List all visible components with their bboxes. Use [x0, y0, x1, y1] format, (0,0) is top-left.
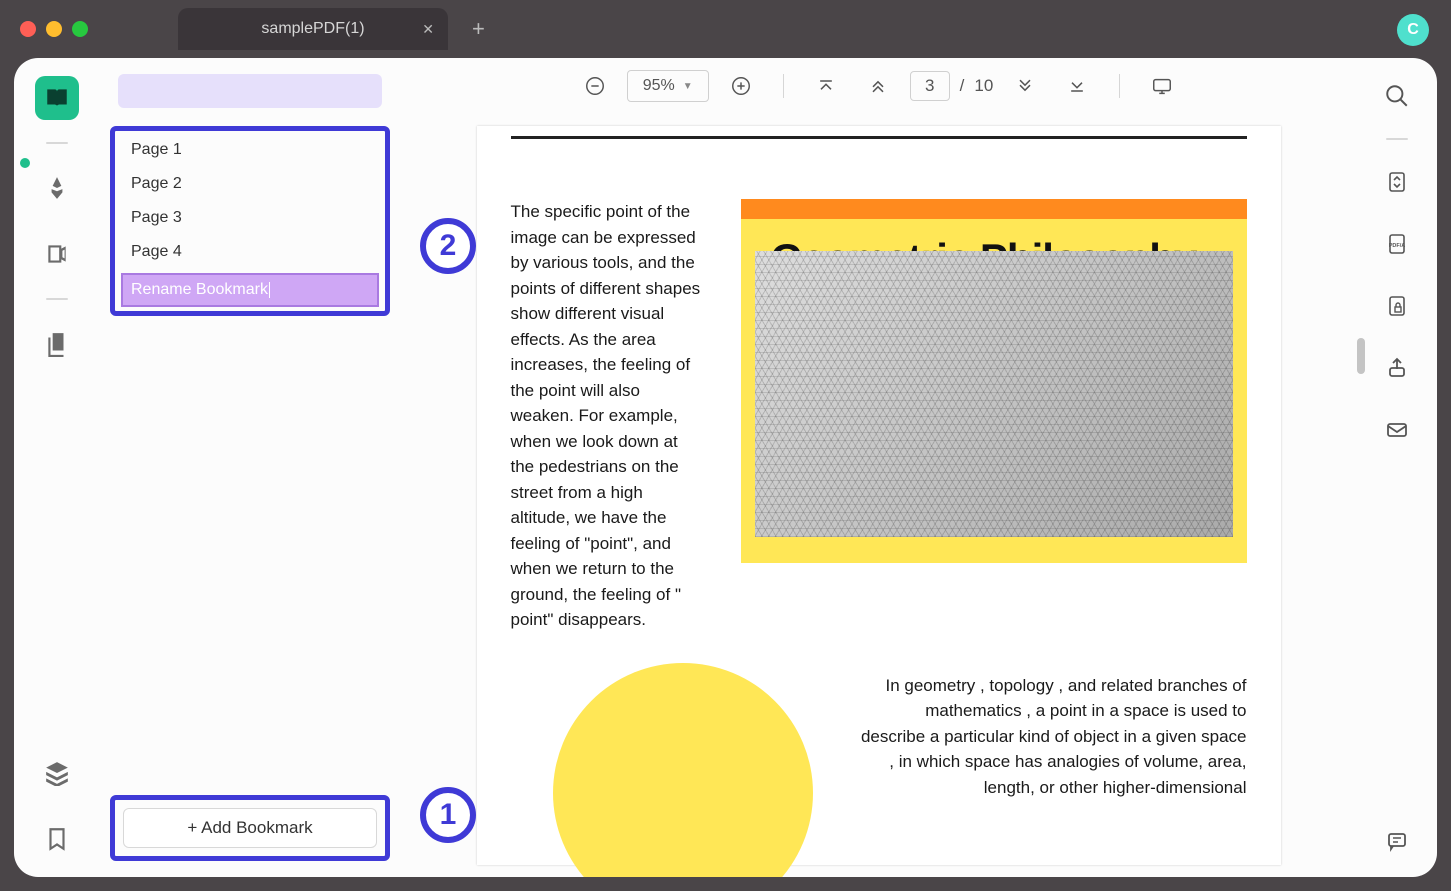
avatar-initial: C: [1407, 21, 1419, 39]
layers-icon: [44, 760, 70, 786]
title-bar: samplePDF(1) ✕ + C: [0, 0, 1451, 58]
bookmark-item[interactable]: Page 4: [117, 235, 383, 269]
right-column-text: In geometry , topology , and related bra…: [829, 673, 1247, 801]
search-button[interactable]: [1377, 76, 1417, 116]
figure-block: Geometric Philosophy: [741, 199, 1247, 633]
pages-icon: [44, 331, 70, 357]
prev-page-button[interactable]: [858, 66, 898, 106]
minimize-window-button[interactable]: [46, 21, 62, 37]
rename-value: Rename Bookmark: [131, 281, 268, 298]
secure-button[interactable]: [1377, 286, 1417, 326]
annotation-number: 2: [440, 229, 457, 263]
document-viewport[interactable]: The specific point of the image can be e…: [400, 114, 1357, 877]
right-rail: PDF/A: [1357, 58, 1437, 877]
share-button[interactable]: [1377, 348, 1417, 388]
pdf-page: The specific point of the image can be e…: [477, 126, 1281, 865]
plus-circle-icon: [730, 75, 752, 97]
new-tab-button[interactable]: +: [472, 16, 485, 42]
annotation-number: 1: [440, 798, 457, 832]
edit-button[interactable]: [35, 232, 79, 276]
bookmarks-panel-button[interactable]: [35, 76, 79, 120]
zoom-dropdown[interactable]: 95% ▼: [627, 70, 709, 102]
comments-button[interactable]: [1377, 821, 1417, 861]
maximize-window-button[interactable]: [72, 21, 88, 37]
last-page-button[interactable]: [1057, 66, 1097, 106]
email-button[interactable]: [1377, 410, 1417, 450]
yellow-circle-graphic: [553, 663, 813, 878]
bookmark-ribbon-button[interactable]: [35, 817, 79, 861]
file-lock-icon: [1385, 294, 1409, 318]
caret-down-icon: ▼: [683, 81, 693, 92]
bookmark-item[interactable]: Page 3: [117, 201, 383, 235]
pdfa-button[interactable]: PDF/A: [1377, 224, 1417, 264]
pages-button[interactable]: [35, 322, 79, 366]
close-tab-icon[interactable]: ✕: [422, 21, 434, 38]
presentation-button[interactable]: [1142, 66, 1182, 106]
center-area: 95% ▼ 3 / 10: [400, 58, 1357, 877]
chevron-top-icon: [816, 76, 836, 96]
annotation-badge-1: 1: [420, 787, 476, 843]
bookmark-icon: [44, 826, 70, 852]
bookmark-item[interactable]: Page 1: [117, 133, 383, 167]
document-tab[interactable]: samplePDF(1) ✕: [178, 8, 448, 50]
first-page-button[interactable]: [806, 66, 846, 106]
tab-title: samplePDF(1): [261, 20, 364, 38]
bookmark-search-field[interactable]: [118, 74, 382, 108]
window-controls: [20, 21, 88, 37]
app-body: Page 1 Page 2 Page 3 Page 4 Rename Bookm…: [14, 58, 1437, 877]
rail-divider: [46, 142, 68, 144]
minus-circle-icon: [584, 75, 606, 97]
chevron-down-double-icon: [1015, 76, 1035, 96]
top-toolbar: 95% ▼ 3 / 10: [400, 58, 1357, 114]
separator: [1119, 74, 1120, 98]
left-column-text: The specific point of the image can be e…: [511, 199, 701, 633]
layers-button[interactable]: [35, 751, 79, 795]
chevron-up-double-icon: [868, 76, 888, 96]
user-avatar[interactable]: C: [1397, 14, 1429, 46]
svg-text:PDF/A: PDF/A: [1389, 243, 1406, 249]
lower-row: In geometry , topology , and related bra…: [511, 673, 1247, 878]
file-convert-icon: [1385, 170, 1409, 194]
add-bookmark-highlight: Add Bookmark: [110, 795, 390, 861]
figure-accent-bar: [741, 199, 1247, 219]
bookmarks-panel: Page 1 Page 2 Page 3 Page 4 Rename Bookm…: [100, 58, 400, 877]
total-pages: 10: [974, 76, 993, 96]
page-rule: [511, 136, 1247, 139]
separator: [783, 74, 784, 98]
page-indicator: 3 / 10: [910, 71, 994, 101]
comment-icon: [1385, 829, 1409, 853]
bookmarks-list-highlight: Page 1 Page 2 Page 3 Page 4 Rename Bookm…: [110, 126, 390, 316]
book-open-icon: [44, 85, 70, 111]
figure-image: [755, 251, 1233, 537]
bookmark-item[interactable]: Page 2: [117, 167, 383, 201]
scrollbar-thumb[interactable]: [1357, 338, 1365, 374]
add-bookmark-button[interactable]: Add Bookmark: [123, 808, 377, 848]
search-icon: [1384, 83, 1410, 109]
highlighter-button[interactable]: [35, 166, 79, 210]
left-rail: [14, 58, 100, 877]
close-window-button[interactable]: [20, 21, 36, 37]
page-slash: /: [960, 76, 965, 96]
next-page-button[interactable]: [1005, 66, 1045, 106]
activity-indicator: [20, 158, 30, 168]
zoom-value: 95%: [643, 77, 675, 95]
pdfa-icon: PDF/A: [1385, 232, 1409, 256]
share-icon: [1385, 356, 1409, 380]
rail-divider: [46, 298, 68, 300]
zoom-in-button[interactable]: [721, 66, 761, 106]
edit-page-icon: [44, 241, 70, 267]
current-page-input[interactable]: 3: [910, 71, 950, 101]
text-cursor: [269, 282, 270, 298]
annotation-badge-2: 2: [420, 218, 476, 274]
highlighter-icon: [44, 175, 70, 201]
left-rail-bottom: [35, 751, 79, 877]
tab-bar: samplePDF(1) ✕ +: [178, 8, 485, 50]
presentation-icon: [1151, 75, 1173, 97]
bookmark-rename-input[interactable]: Rename Bookmark: [121, 273, 379, 307]
mail-icon: [1385, 418, 1409, 442]
convert-button[interactable]: [1377, 162, 1417, 202]
zoom-out-button[interactable]: [575, 66, 615, 106]
rail-divider: [1386, 138, 1408, 140]
chevron-bottom-icon: [1067, 76, 1087, 96]
